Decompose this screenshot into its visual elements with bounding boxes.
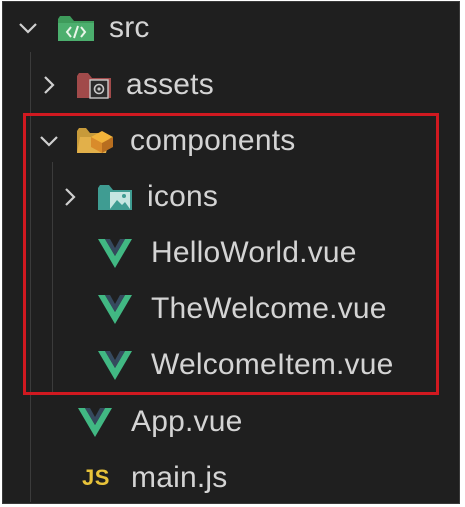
src-folder-icon — [57, 13, 95, 43]
tree-item-label: src — [109, 11, 150, 44]
chevron-down-icon — [15, 15, 41, 41]
tree-item-label: main.js — [131, 461, 228, 494]
tree-item-assets[interactable]: assets — [36, 59, 214, 111]
tree-item-main-js[interactable]: JS main.js — [79, 452, 228, 503]
highlight-box — [23, 113, 439, 395]
tree-item-app-vue[interactable]: App.vue — [77, 396, 242, 448]
file-explorer: src assets components icons HelloWorld.v… — [2, 1, 460, 504]
vue-icon — [77, 406, 113, 438]
assets-folder-icon — [76, 70, 112, 100]
js-icon: JS — [82, 465, 110, 490]
tree-item-label: assets — [126, 68, 214, 101]
tree-item-src[interactable]: src — [15, 2, 150, 54]
chevron-right-icon — [36, 72, 62, 98]
tree-item-label: App.vue — [131, 405, 243, 438]
